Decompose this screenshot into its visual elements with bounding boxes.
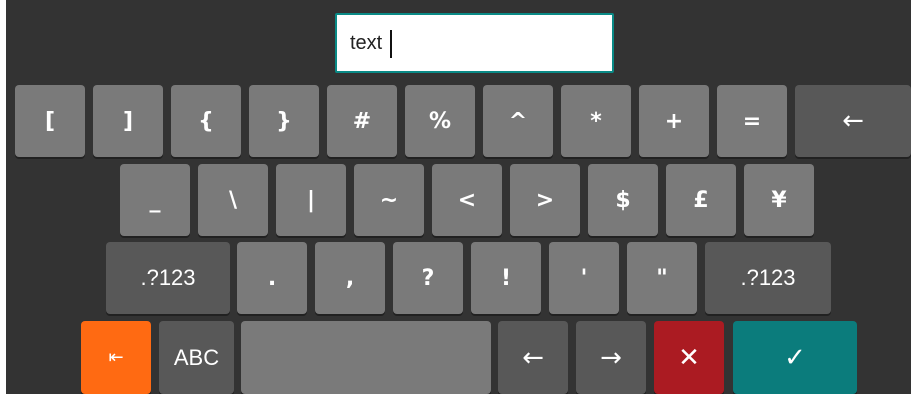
key-comma[interactable]: ,	[315, 242, 385, 314]
key-pipe[interactable]: |	[276, 164, 346, 236]
key-asterisk[interactable]: *	[561, 85, 631, 157]
key-percent[interactable]: %	[405, 85, 475, 157]
virtual-keyboard: text [ ] { } # % ^ * + = ← _ \ | ~ < > $…	[6, 0, 911, 394]
key-double-quote[interactable]: "	[627, 242, 697, 314]
key-question[interactable]: ?	[393, 242, 463, 314]
key-underscore[interactable]: _	[120, 164, 190, 236]
key-hash[interactable]: #	[327, 85, 397, 157]
text-input-value: text	[350, 32, 383, 54]
arrow-left-icon[interactable]: ←	[498, 321, 568, 394]
key-greater-than[interactable]: >	[510, 164, 580, 236]
key-apostrophe[interactable]: '	[549, 242, 619, 314]
key-close-brace[interactable]: }	[249, 85, 319, 157]
close-icon[interactable]: ✕	[654, 321, 724, 394]
key-close-bracket[interactable]: ]	[93, 85, 163, 157]
backspace-icon[interactable]: ←	[795, 85, 911, 157]
key-backslash[interactable]: \	[198, 164, 268, 236]
text-cursor	[390, 30, 392, 58]
key-yen[interactable]: ¥	[744, 164, 814, 236]
key-caret[interactable]: ^	[483, 85, 553, 157]
symbols-toggle-right[interactable]: .?123	[705, 242, 831, 314]
key-period[interactable]: .	[237, 242, 307, 314]
key-exclamation[interactable]: !	[471, 242, 541, 314]
space-bar[interactable]	[241, 321, 491, 394]
text-input-field[interactable]: text	[335, 13, 614, 73]
abc-toggle-button[interactable]: ABC	[159, 321, 234, 394]
tab-left-icon[interactable]: ⇤	[81, 321, 151, 394]
key-pound[interactable]: £	[666, 164, 736, 236]
arrow-right-icon[interactable]: →	[576, 321, 646, 394]
symbols-toggle-left[interactable]: .?123	[106, 242, 230, 314]
check-icon[interactable]: ✓	[733, 321, 857, 394]
key-dollar[interactable]: $	[588, 164, 658, 236]
key-open-bracket[interactable]: [	[15, 85, 85, 157]
key-plus[interactable]: +	[639, 85, 709, 157]
key-less-than[interactable]: <	[432, 164, 502, 236]
key-open-brace[interactable]: {	[171, 85, 241, 157]
key-equals[interactable]: =	[717, 85, 787, 157]
key-tilde[interactable]: ~	[354, 164, 424, 236]
